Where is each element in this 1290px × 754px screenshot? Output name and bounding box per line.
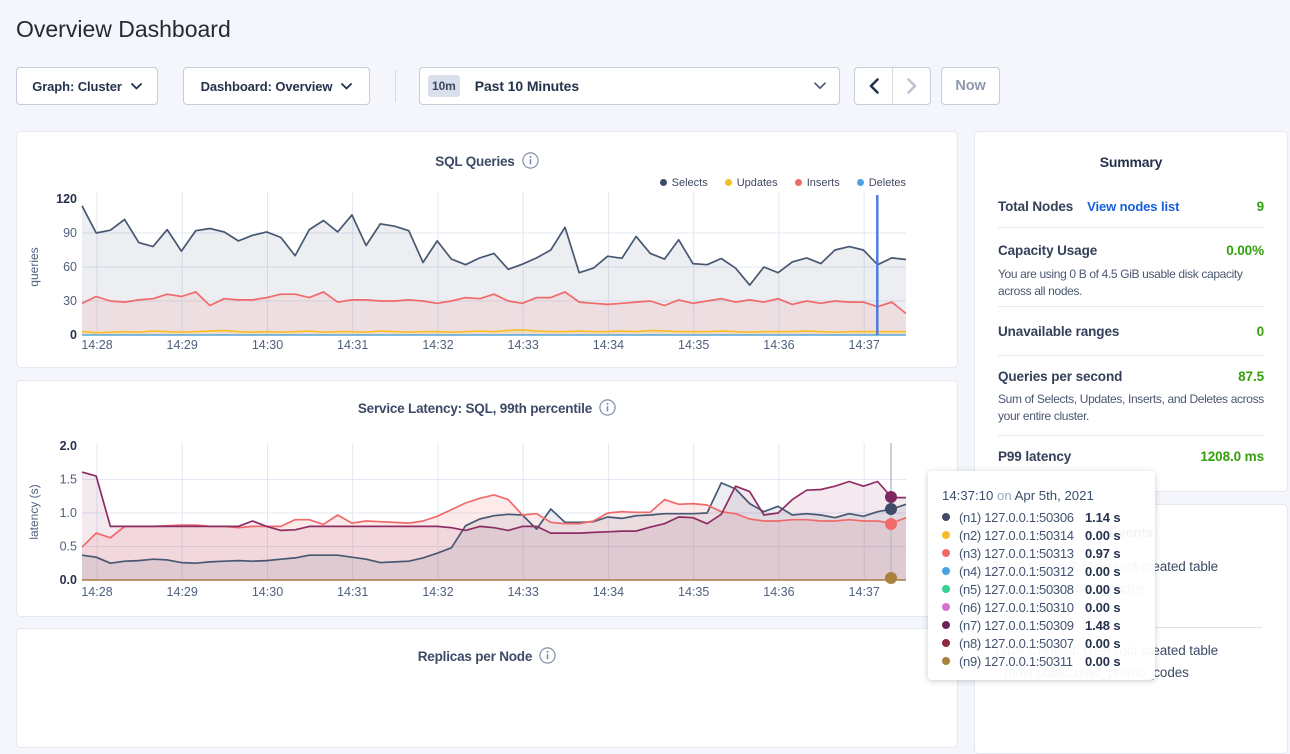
svg-text:14:34: 14:34 <box>593 585 624 599</box>
svg-text:14:33: 14:33 <box>508 338 539 352</box>
svg-text:0: 0 <box>70 328 77 342</box>
svg-text:14:35: 14:35 <box>678 338 709 352</box>
svg-text:queries: queries <box>27 247 41 286</box>
svg-text:14:35: 14:35 <box>678 585 709 599</box>
svg-text:14:33: 14:33 <box>508 585 539 599</box>
svg-text:14:36: 14:36 <box>763 338 794 352</box>
svg-text:0.5: 0.5 <box>60 540 77 554</box>
svg-text:30: 30 <box>63 294 77 308</box>
svg-text:120: 120 <box>56 192 77 206</box>
svg-text:latency (s): latency (s) <box>27 484 41 539</box>
svg-text:14:32: 14:32 <box>422 338 453 352</box>
svg-text:14:29: 14:29 <box>167 338 198 352</box>
svg-text:14:34: 14:34 <box>593 338 624 352</box>
svg-text:14:31: 14:31 <box>337 338 368 352</box>
svg-text:2.0: 2.0 <box>60 439 77 453</box>
svg-text:14:29: 14:29 <box>167 585 198 599</box>
svg-text:14:28: 14:28 <box>81 338 112 352</box>
svg-text:1.5: 1.5 <box>60 473 77 487</box>
svg-text:1.0: 1.0 <box>60 506 77 520</box>
svg-text:14:28: 14:28 <box>81 585 112 599</box>
svg-text:14:36: 14:36 <box>763 585 794 599</box>
svg-text:14:30: 14:30 <box>252 338 283 352</box>
svg-text:14:37: 14:37 <box>849 585 880 599</box>
svg-text:60: 60 <box>63 260 77 274</box>
svg-text:14:31: 14:31 <box>337 585 368 599</box>
svg-text:0.0: 0.0 <box>60 573 77 587</box>
svg-text:14:30: 14:30 <box>252 585 283 599</box>
svg-text:14:32: 14:32 <box>422 585 453 599</box>
svg-text:14:37: 14:37 <box>849 338 880 352</box>
svg-text:90: 90 <box>63 226 77 240</box>
